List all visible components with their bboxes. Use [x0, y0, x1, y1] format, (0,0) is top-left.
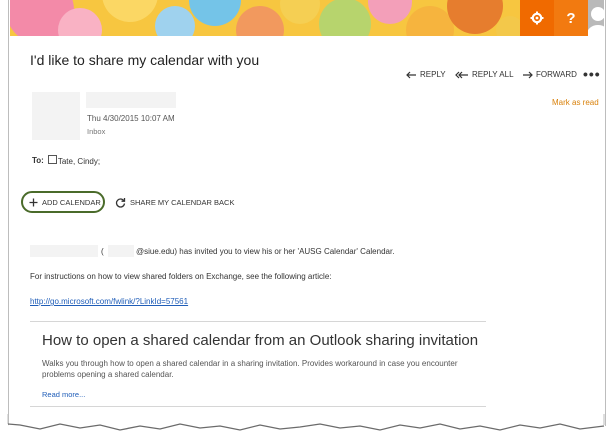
profile-tile[interactable]	[587, 0, 604, 36]
more-actions-button[interactable]: •••	[583, 66, 601, 82]
email-date: Thu 4/30/2015 10:07 AM	[87, 114, 175, 123]
to-label: To:	[32, 156, 44, 165]
redacted-email	[108, 245, 134, 257]
reply-all-button[interactable]: REPLY ALL	[455, 70, 514, 79]
email-action-bar: REPLY REPLY ALL FORWARD •••	[0, 66, 611, 84]
reply-arrow-icon	[406, 71, 416, 78]
recipient[interactable]: Tate, Cindy;	[47, 155, 101, 166]
sender-name-redacted	[86, 92, 176, 108]
reply-button[interactable]: REPLY	[406, 70, 446, 79]
banner-artwork	[10, 0, 520, 36]
forward-label: FORWARD	[536, 70, 577, 79]
reply-label: REPLY	[420, 70, 446, 79]
invitation-text: @siue.edu) has invited you to view his o…	[136, 247, 395, 256]
gear-icon[interactable]	[520, 0, 554, 36]
forward-arrow-icon	[523, 71, 533, 78]
avatar-icon	[587, 7, 604, 36]
redacted-name	[30, 245, 98, 257]
reply-all-label: REPLY ALL	[472, 70, 514, 79]
share-calendar-back-button[interactable]: SHARE MY CALENDAR BACK	[115, 197, 234, 208]
preview-card-description: Walks you through how to open a shared c…	[42, 359, 458, 379]
preview-card-top-border	[30, 321, 486, 322]
invite-paren: (	[101, 247, 104, 256]
help-icon[interactable]: ?	[554, 0, 588, 36]
email-subject: I'd like to share my calendar with you	[30, 52, 260, 68]
refresh-icon	[115, 198, 126, 208]
email-folder: Inbox	[87, 127, 106, 136]
preview-card-bottom-border	[30, 406, 486, 407]
add-calendar-label: ADD CALENDAR	[42, 197, 101, 207]
instructions-link[interactable]: http://go.microsoft.com/fwlink/?LinkId=5…	[30, 297, 188, 306]
mark-as-read-link[interactable]: Mark as read	[552, 98, 599, 107]
recipient-name: Tate, Cindy;	[57, 157, 101, 166]
add-calendar-button[interactable]: ADD CALENDAR	[21, 191, 105, 213]
gear-icon-glyph	[530, 11, 544, 25]
checkbox-icon	[47, 155, 57, 164]
preview-card-title[interactable]: How to open a shared calendar from an Ou…	[42, 332, 478, 349]
sender-avatar	[32, 92, 80, 140]
forward-button[interactable]: FORWARD	[522, 70, 577, 79]
recipients-line: To: Tate, Cindy;	[32, 155, 100, 166]
header-banner: ?	[10, 0, 604, 36]
share-back-label: SHARE MY CALENDAR BACK	[130, 198, 235, 207]
instructions-text: For instructions on how to view shared f…	[30, 272, 332, 281]
torn-edge	[0, 414, 611, 435]
read-more-link[interactable]: Read more...	[42, 390, 85, 399]
plus-icon	[29, 198, 38, 206]
reply-all-arrow-icon	[455, 71, 468, 78]
